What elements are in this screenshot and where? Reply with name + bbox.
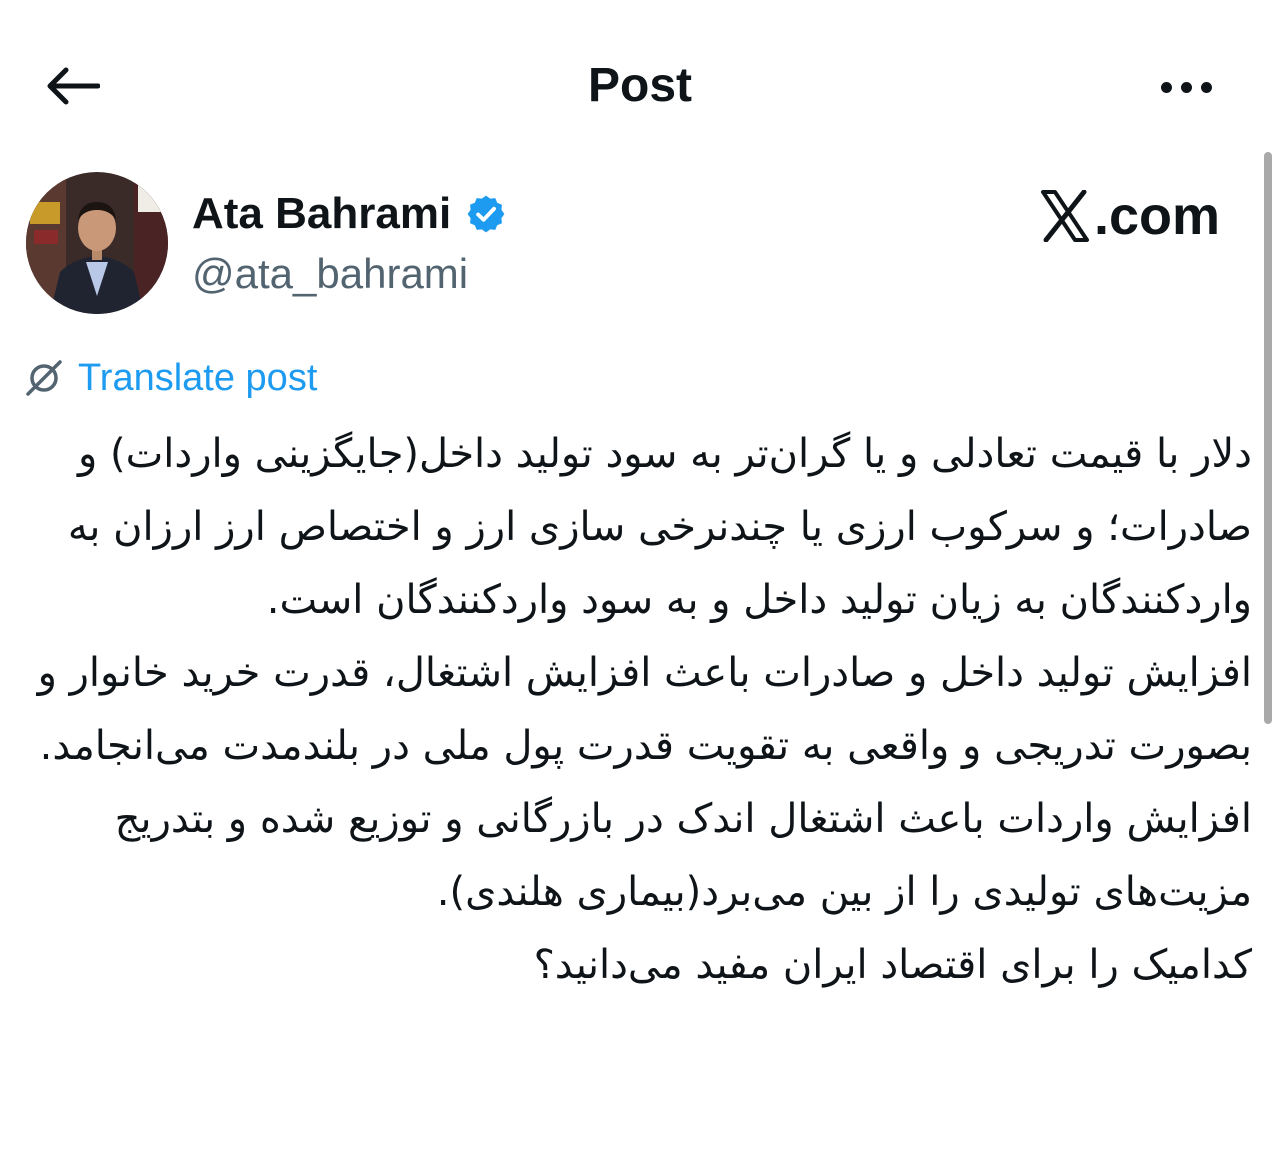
avatar-image (26, 172, 168, 314)
more-horizontal-icon (1160, 81, 1172, 93)
author-name-row: Ata Bahrami (192, 186, 507, 242)
page-title: Post (587, 59, 692, 112)
translate-icon (26, 360, 62, 396)
more-horizontal-icon (1200, 81, 1212, 93)
brand-watermark: .com (1040, 186, 1220, 246)
author-name[interactable]: Ata Bahrami (192, 186, 451, 242)
verified-badge-icon (467, 195, 505, 233)
x-logo-icon (1041, 190, 1089, 242)
post-paragraph: افزایش واردات باعث اشتغال اندک در بازرگا… (114, 796, 1252, 915)
post-body: دلار با قیمت تعادلی و یا گران‌تر به سود … (20, 418, 1252, 1002)
post-paragraph: افزایش تولید داخل و صادرات باعث افزایش ا… (37, 650, 1252, 769)
post-paragraph: کدامیک را برای اقتصاد ایران مفید می‌دانی… (533, 942, 1252, 988)
author-handle[interactable]: @ata_bahrami (192, 248, 468, 300)
post-detail-page: Post Ata Bahrami @ata_bahrami .com Trans… (0, 0, 1280, 1164)
more-options-button[interactable] (1148, 62, 1224, 112)
vertical-scrollbar[interactable] (1264, 152, 1272, 724)
brand-domain: .com (1094, 186, 1221, 246)
top-bar: Post (0, 40, 1280, 130)
more-horizontal-icon (1180, 81, 1192, 93)
post-paragraph: دلار با قیمت تعادلی و یا گران‌تر به سود … (67, 431, 1252, 623)
translate-post-label: Translate post (78, 357, 318, 399)
avatar[interactable] (26, 172, 168, 314)
translate-post-link[interactable]: Translate post (24, 352, 317, 404)
